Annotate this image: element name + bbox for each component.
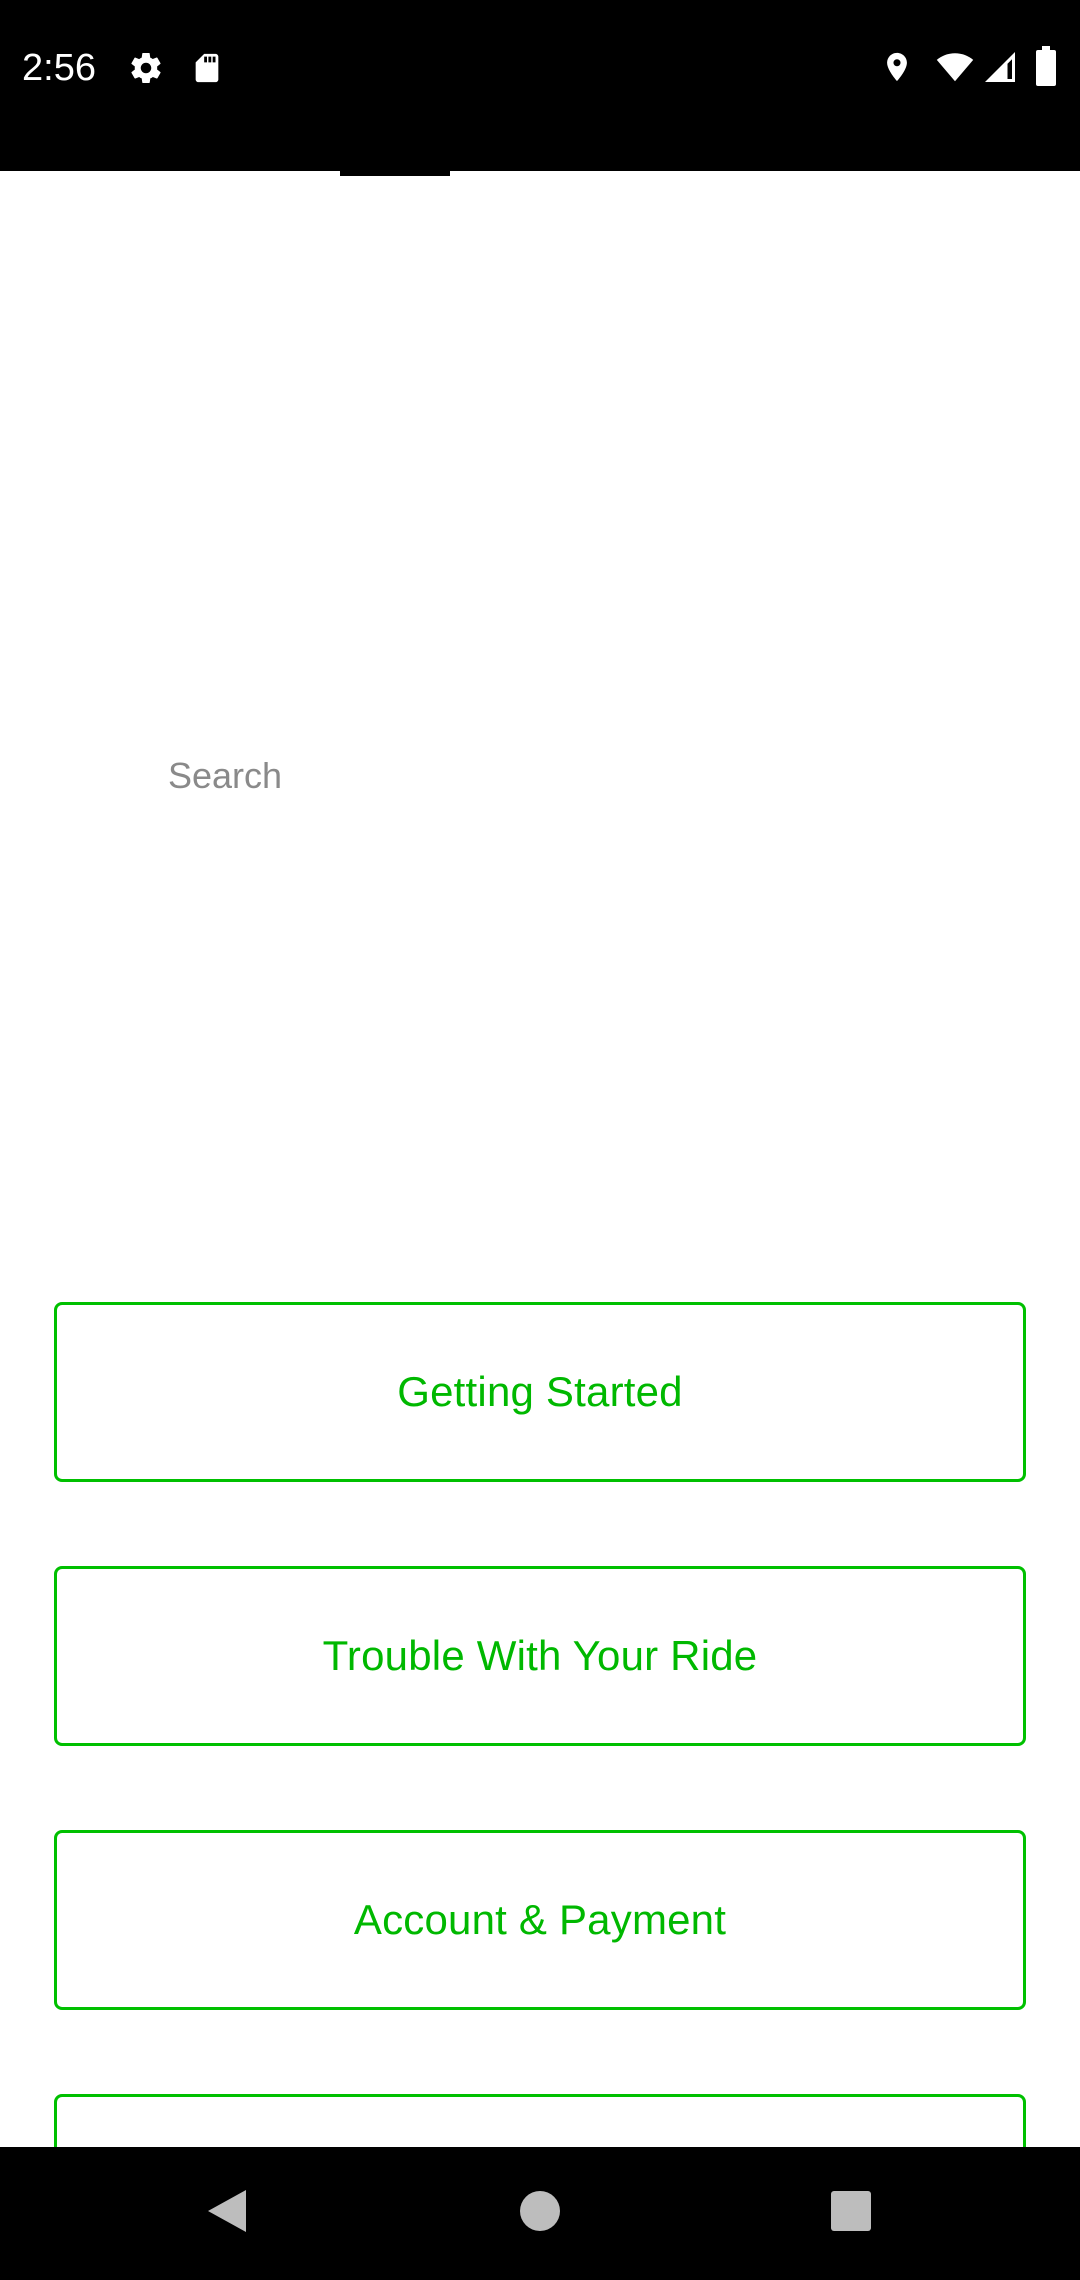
status-time: 2:56: [22, 47, 96, 89]
sd-card-icon: [190, 50, 224, 86]
category-button-getting-started[interactable]: Getting Started: [54, 1302, 1026, 1482]
wifi-icon: [934, 48, 976, 86]
back-button[interactable]: [160, 2147, 293, 2280]
back-icon: [206, 2188, 248, 2239]
home-icon: [519, 2190, 561, 2237]
battery-icon: [1034, 46, 1058, 86]
gear-icon: [128, 50, 164, 86]
recents-button[interactable]: [784, 2147, 917, 2280]
category-button-trouble-with-your-ride[interactable]: Trouble With Your Ride: [54, 1566, 1026, 1746]
cell-signal-icon: [982, 48, 1018, 86]
category-button-account-and-payment[interactable]: Account & Payment: [54, 1830, 1026, 2010]
location-icon: [880, 48, 914, 86]
recents-icon: [830, 2190, 872, 2237]
status-bar: 2:56: [0, 0, 1080, 171]
category-label: Trouble With Your Ride: [322, 1632, 758, 1679]
search-input[interactable]: [150, 740, 950, 812]
category-label: Account & Payment: [353, 1896, 727, 1943]
category-label: Getting Started: [397, 1368, 683, 1415]
tab-indicator: [340, 171, 450, 176]
home-button[interactable]: [473, 2147, 606, 2280]
navigation-bar: [0, 2147, 1080, 2280]
